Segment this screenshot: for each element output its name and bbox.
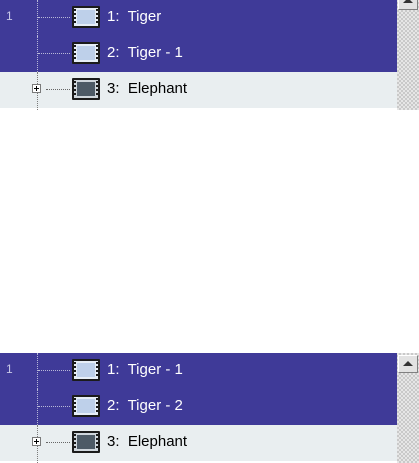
- tree-connector-horizontal: [38, 53, 70, 54]
- scroll-up-button[interactable]: [398, 355, 418, 373]
- line-number: 1: [6, 9, 13, 23]
- tree-connector-horizontal: [38, 370, 70, 371]
- film-clip-icon: [72, 42, 100, 64]
- expand-plus-icon[interactable]: [32, 84, 41, 93]
- timeline-tree-panel-top: 1 1: Tiger 2: Tiger - 1 3: Elephant: [0, 0, 419, 110]
- line-number: 1: [6, 362, 13, 376]
- tree-connector-vertical: [37, 0, 38, 36]
- tree-connector-vertical: [37, 93, 38, 110]
- tree-item-label: 1: Tiger - 1: [107, 361, 183, 378]
- scroll-up-button[interactable]: [398, 0, 418, 10]
- tree-connector-vertical: [37, 425, 38, 437]
- timeline-tree-panel-bottom: 1 1: Tiger - 1 2: Tiger - 2 3: Elephant: [0, 353, 419, 463]
- tree-connector-horizontal: [46, 442, 70, 443]
- vertical-scrollbar[interactable]: [397, 0, 419, 110]
- tree-item-label: 2: Tiger - 1: [107, 44, 183, 61]
- tree-connector-vertical: [37, 353, 38, 389]
- tree-item-tiger[interactable]: 1 1: Tiger: [0, 0, 397, 36]
- film-clip-icon: [72, 395, 100, 417]
- tree-item-label: 2: Tiger - 2: [107, 397, 183, 414]
- tree-item-elephant[interactable]: 3: Elephant: [0, 425, 397, 463]
- tree-item-label: 3: Elephant: [107, 433, 188, 450]
- film-clip-icon: [72, 431, 100, 453]
- tree-connector-vertical: [37, 389, 38, 425]
- tree-connector-vertical: [37, 72, 38, 84]
- vertical-scrollbar[interactable]: [397, 353, 419, 463]
- tree-item-label: 3: Elephant: [107, 80, 188, 97]
- tree-connector-horizontal: [46, 89, 70, 90]
- tree-connector-horizontal: [38, 17, 70, 18]
- tree-item-elephant[interactable]: 3: Elephant: [0, 72, 397, 110]
- tree-item-label: 1: Tiger: [107, 8, 162, 25]
- film-clip-icon: [72, 6, 100, 28]
- tree-connector-vertical: [37, 446, 38, 463]
- tree-item-tiger-1[interactable]: 1 1: Tiger - 1: [0, 353, 397, 389]
- film-clip-icon: [72, 78, 100, 100]
- arrow-up-icon: [403, 361, 413, 366]
- expand-plus-icon[interactable]: [32, 437, 41, 446]
- tree-item-tiger-1[interactable]: 2: Tiger - 1: [0, 36, 397, 72]
- tree-connector-vertical: [37, 36, 38, 72]
- tree-connector-horizontal: [38, 406, 70, 407]
- film-clip-icon: [72, 359, 100, 381]
- arrow-up-icon: [403, 0, 413, 3]
- tree-item-tiger-2[interactable]: 2: Tiger - 2: [0, 389, 397, 425]
